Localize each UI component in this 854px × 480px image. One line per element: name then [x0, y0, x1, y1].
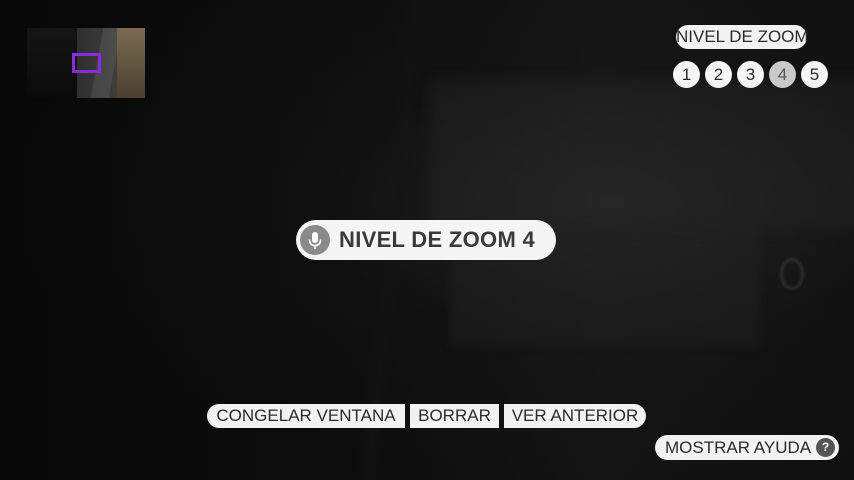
show-help-button[interactable]: MOSTRAR AYUDA ? [655, 435, 839, 460]
help-icon: ? [816, 438, 835, 457]
microphone-icon [300, 225, 330, 255]
zoom-status-text: NIVEL DE ZOOM 4 [339, 227, 536, 252]
freeze-window-button[interactable]: CONGELAR VENTANA [207, 404, 405, 428]
zoom-level-selector: 1 2 3 4 5 [673, 61, 833, 89]
zoom-level-title: NIVEL DE ZOOM [676, 25, 809, 49]
zoom-level-5-button[interactable]: 5 [801, 61, 828, 88]
minimap-dark-area [27, 28, 77, 98]
camera-view: NIVEL DE ZOOM 1 2 3 4 5 NIVEL DE ZOOM 4 … [0, 0, 854, 480]
view-previous-button[interactable]: VER ANTERIOR [504, 404, 646, 428]
zoom-level-3-button[interactable]: 3 [737, 61, 764, 88]
background-ring [780, 258, 804, 290]
zoom-level-4-button[interactable]: 4 [769, 61, 796, 88]
clear-button[interactable]: BORRAR [410, 404, 499, 428]
minimap-viewport-indicator[interactable] [72, 53, 101, 73]
show-help-label: MOSTRAR AYUDA [665, 438, 812, 457]
zoom-status-banner: NIVEL DE ZOOM 4 [296, 220, 556, 260]
zoom-level-2-button[interactable]: 2 [705, 61, 732, 88]
minimap-light-area [117, 28, 145, 98]
zoom-minimap [27, 28, 145, 98]
background-shape [430, 80, 854, 230]
zoom-level-1-button[interactable]: 1 [673, 61, 700, 88]
